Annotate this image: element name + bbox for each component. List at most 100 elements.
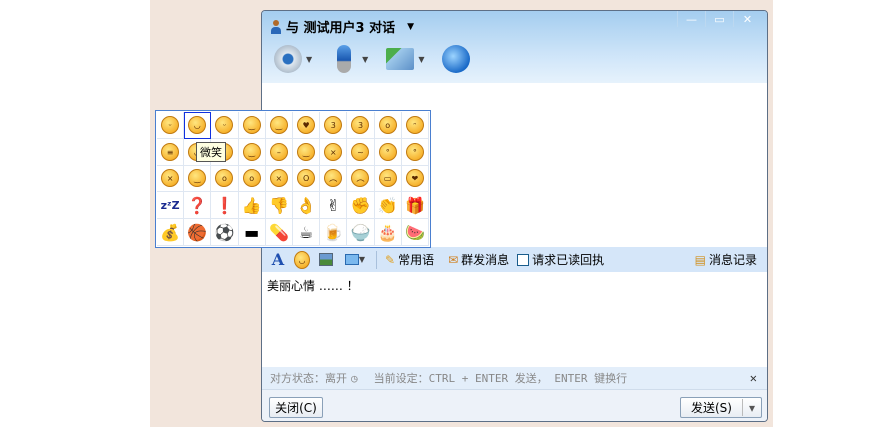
emoji-cell[interactable]: ︵ [320, 165, 348, 193]
emoji-cell[interactable]: ° [401, 138, 429, 166]
history-button[interactable]: ▤ 消息记录 [695, 251, 757, 268]
emoji-icon: zᶻZ [160, 198, 180, 212]
emoji-cell[interactable]: O [293, 165, 321, 193]
emoji-cell[interactable]: ≡ [157, 138, 185, 166]
emoji-cell[interactable]: × [320, 138, 348, 166]
quick-phrases-button[interactable]: ✎ 常用语 [385, 251, 434, 268]
emoji-cell[interactable]: ▬ [238, 219, 266, 246]
emoji-cell[interactable]: 👌 [293, 192, 321, 220]
emoji-cell[interactable]: ✊ [347, 192, 375, 220]
emoji-face-icon: ᵕ [161, 115, 180, 134]
emoji-icon: 👌 [296, 195, 317, 215]
close-button[interactable]: 关闭(C) [269, 397, 323, 418]
emoji-cell[interactable]: 3 [320, 112, 348, 139]
emoji-cell[interactable]: 👍 [238, 192, 266, 220]
send-button[interactable]: 发送(S) ▾ [680, 397, 762, 418]
emoji-cell[interactable]: ☕ [293, 219, 321, 246]
emoji-face-icon: ° [378, 142, 397, 161]
emoji-cell[interactable]: 🏀 [184, 219, 212, 246]
emoji-cell[interactable]: 🍉 [401, 219, 429, 246]
window-title: 与 测试用户3 对话 ▼ [270, 17, 414, 36]
emoji-cell[interactable]: ❓ [184, 192, 212, 220]
emoji-cell[interactable]: ‿ [238, 138, 266, 166]
minimize-button[interactable]: — [677, 11, 705, 27]
emoji-face-icon: ❤ [405, 169, 424, 188]
close-window-button[interactable]: ✕ [733, 11, 761, 27]
emoji-button[interactable]: ◡ [294, 250, 310, 269]
emoji-face-icon: O [297, 169, 316, 188]
emoji-cell[interactable]: o [211, 165, 239, 193]
read-receipt-checkbox[interactable]: 请求已读回执 [517, 251, 604, 268]
emoji-cell[interactable]: 3 [347, 112, 375, 139]
emoji-cell[interactable]: ᵕ [157, 112, 185, 139]
emoji-cell[interactable]: ▭ [374, 165, 402, 193]
emoji-face-icon: ‿ [269, 115, 288, 134]
emoji-face-icon: – [269, 142, 288, 161]
title-bar[interactable]: 与 测试用户3 对话 ▼ — ▭ ✕ ▼ ▼ ▼ [262, 11, 767, 83]
message-input[interactable]: 美丽心情 …… ！ [262, 273, 767, 367]
emoji-cell[interactable]: × [265, 165, 293, 193]
emoji-face-icon: ‿ [297, 142, 316, 161]
clock-icon: ◷ [351, 371, 358, 385]
dropdown-icon[interactable]: ▼ [418, 55, 424, 64]
emoji-cell[interactable]: ‿ [293, 138, 321, 166]
emoji-face-icon: ᵔ [405, 115, 424, 134]
dropdown-icon[interactable]: ▼ [306, 55, 312, 64]
emoji-cell[interactable]: 💰 [157, 219, 185, 246]
close-status-button[interactable]: ✕ [750, 371, 757, 385]
file-transfer-button[interactable]: ▼ [386, 48, 424, 70]
emoji-cell[interactable]: 💊 [265, 219, 293, 246]
dropdown-icon[interactable]: ▼ [362, 55, 368, 64]
emoji-cell[interactable]: 🎁 [401, 192, 429, 220]
emoji-cell[interactable]: ❗ [211, 192, 239, 220]
emoji-cell[interactable]: o [238, 165, 266, 193]
screenshot-button[interactable]: ▼ [342, 252, 368, 268]
send-options-dropdown[interactable]: ▾ [743, 401, 761, 415]
read-receipt-label: 请求已读回执 [532, 253, 605, 267]
emoji-icon: 👏 [377, 195, 398, 215]
emoji-cell[interactable]: ♥ [293, 112, 321, 139]
emoji-icon: 🏀 [187, 222, 208, 242]
video-icon [274, 45, 302, 73]
emoji-cell[interactable]: ‿ [238, 112, 266, 139]
title-dropdown-icon[interactable]: ▼ [407, 22, 414, 32]
emoji-cell[interactable]: 👏 [374, 192, 402, 220]
video-button[interactable]: ▼ [274, 45, 312, 73]
emoji-cell[interactable]: ° [374, 138, 402, 166]
title-text: 与 测试用户3 对话 [286, 21, 396, 36]
emoji-cell[interactable]: ᵔ [401, 112, 429, 139]
emoji-cell[interactable]: 👎 [265, 192, 293, 220]
emoji-cell[interactable]: 🍚 [347, 219, 375, 246]
emoji-cell[interactable]: × [157, 165, 185, 193]
voice-button[interactable]: ▼ [330, 45, 368, 73]
maximize-button[interactable]: ▭ [705, 11, 733, 27]
group-send-label: 群发消息 [461, 253, 510, 267]
group-send-button[interactable]: ✉ 群发消息 [448, 251, 509, 268]
emoji-face-icon: ~ [351, 142, 370, 161]
emoji-cell[interactable]: ︵ [347, 165, 375, 193]
emoji-cell[interactable]: ‿ [184, 165, 212, 193]
quick-phrases-label: 常用语 [398, 253, 435, 267]
emoji-cell[interactable]: ‿ [265, 112, 293, 139]
input-text: 美丽心情 …… ！ [267, 279, 359, 293]
emoji-icon: ✌ [326, 195, 340, 215]
emoji-face-icon: ‿ [188, 169, 207, 188]
font-icon[interactable]: A [270, 250, 286, 269]
emoji-cell[interactable]: 🎂 [374, 219, 402, 246]
emoji-cell[interactable]: o [374, 112, 402, 139]
emoji-face-icon: ♥ [297, 115, 316, 134]
emoji-cell[interactable]: ~ [347, 138, 375, 166]
emoji-cell[interactable]: – [265, 138, 293, 166]
emoji-cell[interactable]: ✌ [320, 192, 348, 220]
screen-capture-icon [344, 254, 359, 265]
emoji-cell[interactable]: 🍺 [320, 219, 348, 246]
emoji-cell[interactable]: ⚽ [211, 219, 239, 246]
emoji-face-icon: × [269, 169, 288, 188]
emoji-cell[interactable]: zᶻZ [157, 192, 185, 220]
emoji-cell[interactable]: ᵕ [211, 112, 239, 139]
remote-assist-button[interactable] [442, 45, 471, 73]
checkbox[interactable] [517, 253, 530, 266]
image-button[interactable] [318, 252, 334, 268]
emoji-cell[interactable]: ❤ [401, 165, 429, 193]
emoji-cell[interactable]: ◡ [184, 112, 212, 139]
